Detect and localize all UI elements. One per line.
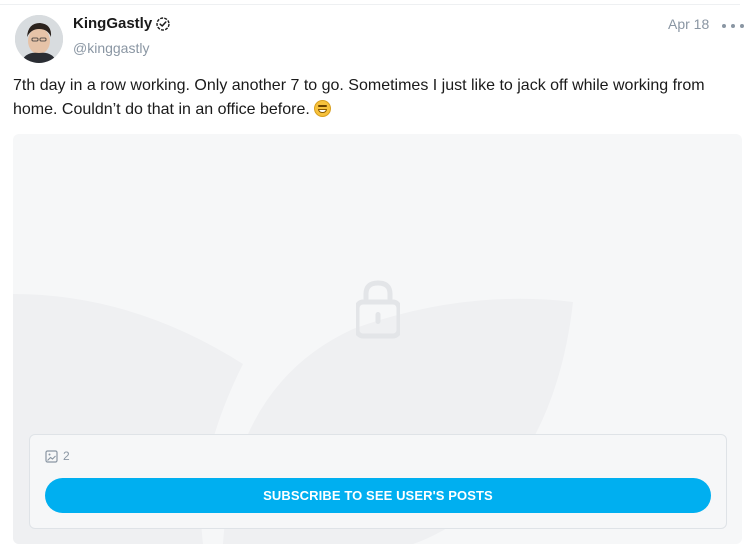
- image-icon: [45, 449, 58, 463]
- top-divider: [0, 4, 740, 5]
- media-count: 2: [45, 449, 70, 463]
- subscribe-button[interactable]: SUBSCRIBE TO SEE USER'S POSTS: [45, 478, 711, 513]
- more-dots-icon[interactable]: [722, 19, 744, 33]
- subscribe-panel: 2 SUBSCRIBE TO SEE USER'S POSTS: [29, 434, 727, 529]
- lock-icon: [356, 280, 400, 339]
- locked-media: 2 SUBSCRIBE TO SEE USER'S POSTS: [13, 134, 742, 544]
- post-text: 7th day in a row working. Only another 7…: [13, 77, 705, 118]
- author-row: KingGastly: [73, 15, 170, 32]
- grinning-face-with-sweat-icon: [313, 100, 331, 117]
- media-count-value: 2: [63, 449, 70, 463]
- avatar[interactable]: [15, 15, 63, 63]
- post-date[interactable]: Apr 18: [668, 16, 709, 32]
- verified-check-icon: [156, 16, 170, 31]
- subscribe-button-label: SUBSCRIBE TO SEE USER'S POSTS: [263, 488, 493, 503]
- author-handle[interactable]: @kinggastly: [73, 40, 149, 56]
- author-name[interactable]: KingGastly: [73, 15, 152, 32]
- post-text-container: 7th day in a row working. Only another 7…: [13, 74, 733, 122]
